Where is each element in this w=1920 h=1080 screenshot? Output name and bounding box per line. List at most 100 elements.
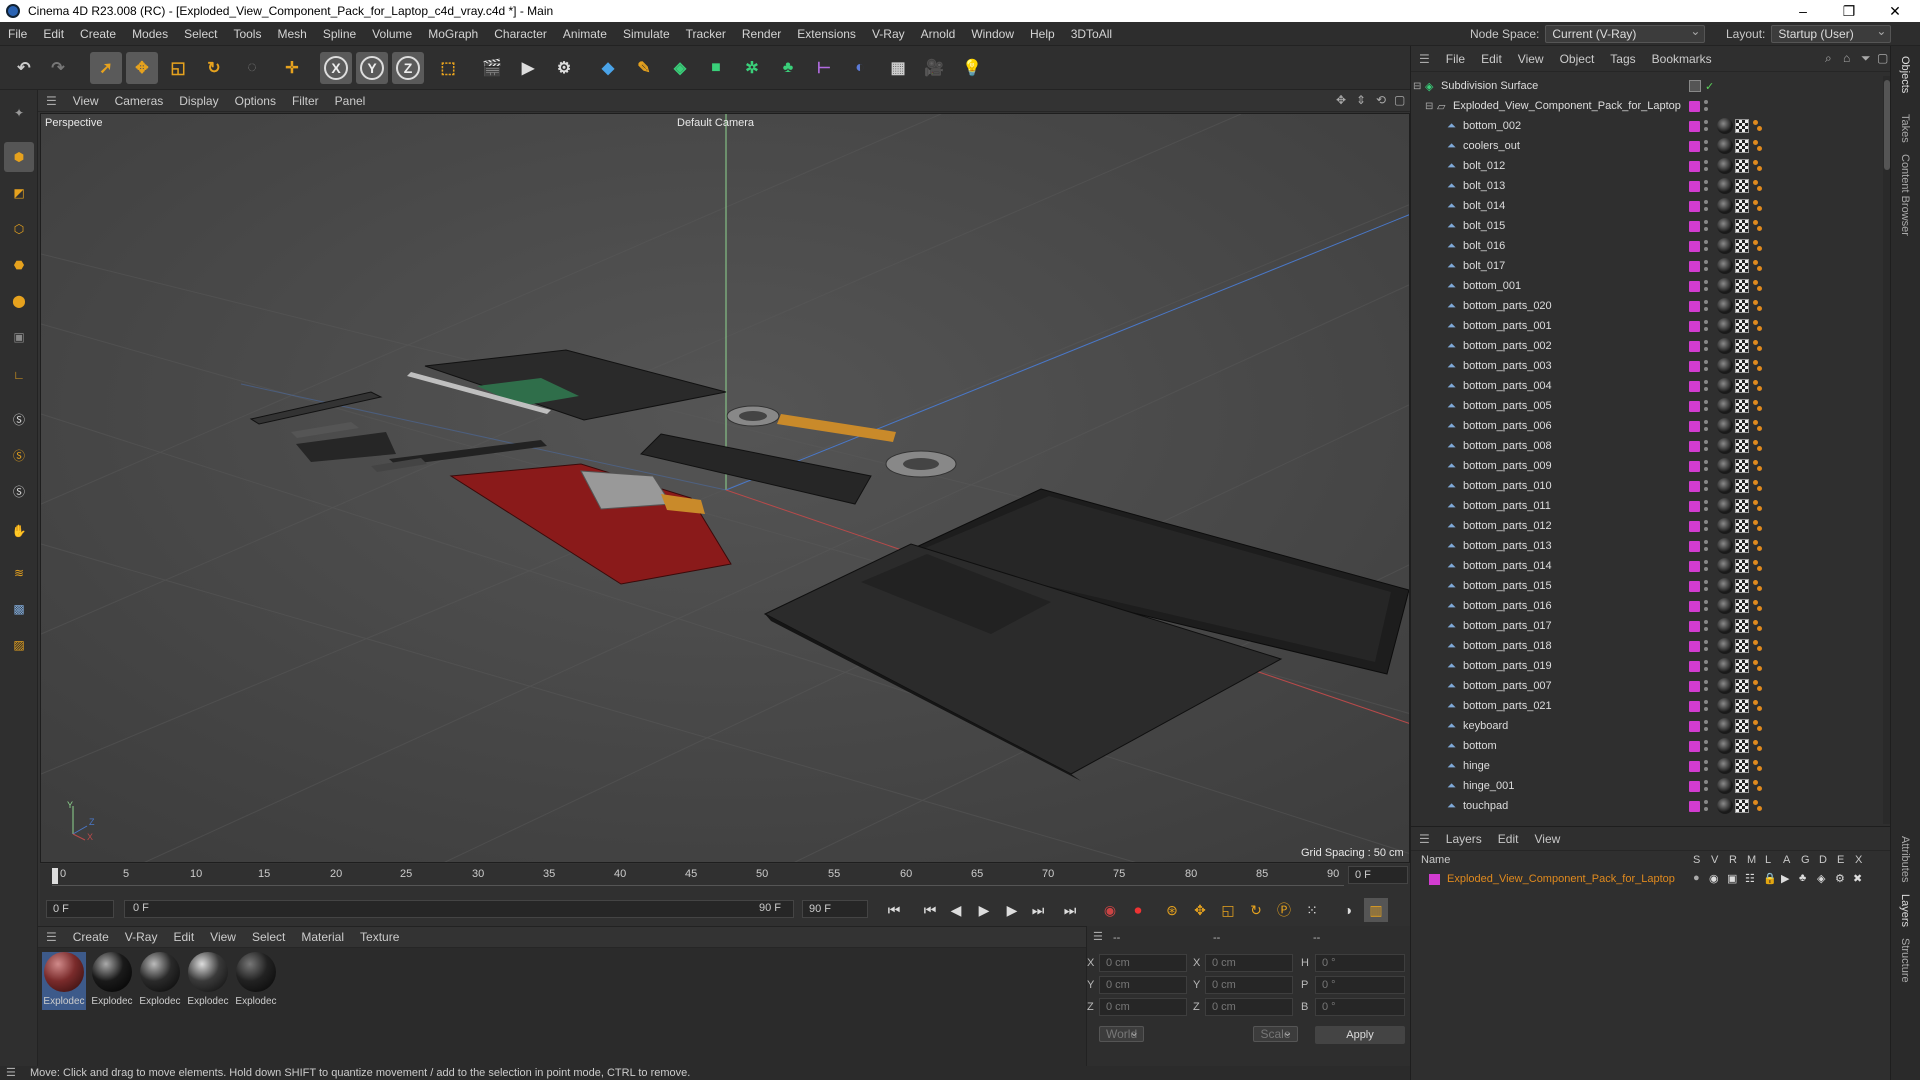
object-row[interactable]: ⏶ bottom_001 [1411,276,1883,296]
visibility-dots[interactable] [1704,240,1708,252]
deformer-bend-icon[interactable]: ⊢ [808,52,840,84]
uvw-tag-icon[interactable] [1735,639,1749,653]
menu-mesh[interactable]: Mesh [269,22,314,46]
snap-settings-icon[interactable]: Ⓢ [4,440,34,470]
tab-content-browser[interactable]: Content Browser [1899,154,1911,236]
object-row[interactable]: ⏶ coolers_out [1411,136,1883,156]
uvw-tag-icon[interactable] [1735,359,1749,373]
material-menu-select[interactable]: Select [244,930,293,944]
object-row[interactable]: ⏶ keyboard [1411,716,1883,736]
maximize-icon[interactable]: ❐ [1826,0,1872,22]
menu-modes[interactable]: Modes [124,22,176,46]
layer-color-chip[interactable] [1689,720,1700,732]
tab-takes[interactable]: Takes [1899,114,1911,143]
layer-color-chip[interactable] [1689,520,1700,532]
cube-primitive-icon[interactable]: ◆ [592,52,624,84]
object-row[interactable]: ⏶ hinge_001 [1411,776,1883,796]
visibility-dots[interactable] [1704,380,1708,392]
visibility-dots[interactable] [1704,580,1708,592]
filter-icon[interactable]: ⏷ [1861,51,1871,66]
object-menu-edit[interactable]: Edit [1473,52,1510,66]
phong-tag-icon[interactable] [1753,520,1763,532]
floor-environment-icon[interactable]: ▦ [882,52,914,84]
home-icon[interactable]: ⌂ [1843,51,1850,65]
material-tag-icon[interactable] [1717,178,1733,194]
uvw-tag-icon[interactable] [1735,119,1749,133]
lock-y-axis-button[interactable]: Y [356,52,388,84]
viewport-menu-panel[interactable]: Panel [327,94,374,108]
quantize-icon[interactable]: Ⓢ [4,476,34,506]
uvw-tag-icon[interactable] [1735,419,1749,433]
timeline-window-icon[interactable]: ▥ [1364,898,1388,922]
object-row[interactable]: ⏶ bolt_012 [1411,156,1883,176]
phong-tag-icon[interactable] [1753,180,1763,192]
3d-viewport[interactable]: Perspective Default Camera Grid Spacing … [40,113,1410,863]
node-space-dropdown[interactable]: Current (V-Ray) [1545,23,1706,43]
object-row[interactable]: ⏶ bottom_parts_018 [1411,636,1883,656]
size-x-field[interactable]: 0 cm [1205,954,1293,972]
layer-menu-edit[interactable]: Edit [1490,832,1527,846]
menu-help[interactable]: Help [1022,22,1063,46]
material-tag-icon[interactable] [1717,538,1733,554]
layer-color-chip[interactable] [1689,380,1700,392]
scheme-settings-icon[interactable]: ◑ [1336,898,1360,922]
layer-color-chip[interactable] [1689,680,1700,692]
uvw-tag-icon[interactable] [1735,339,1749,353]
layer-visible-icon[interactable]: ◉ [1709,872,1719,885]
viewport-menu-options[interactable]: Options [227,94,284,108]
size-y-field[interactable]: 0 cm [1205,976,1293,994]
viewport-menu-display[interactable]: Display [171,94,226,108]
layer-color-chip[interactable] [1689,300,1700,312]
phong-tag-icon[interactable] [1753,440,1763,452]
layer-color-chip[interactable] [1689,760,1700,772]
object-menu-view[interactable]: View [1510,52,1552,66]
object-row[interactable]: ⏶ bottom_parts_013 [1411,536,1883,556]
material-menu-view[interactable]: View [202,930,244,944]
uvw-tag-icon[interactable] [1735,699,1749,713]
tab-layers[interactable]: Layers [1899,894,1911,927]
phong-tag-icon[interactable] [1753,640,1763,652]
layer-color-chip[interactable] [1689,640,1700,652]
uvw-tag-icon[interactable] [1735,179,1749,193]
coordinates-hamburger-icon[interactable]: ☰ [1093,930,1103,943]
phong-tag-icon[interactable] [1753,260,1763,272]
material-tag-icon[interactable] [1717,298,1733,314]
viewport-hamburger-icon[interactable]: ☰ [38,94,65,108]
layer-color-chip[interactable] [1689,280,1700,292]
phong-tag-icon[interactable] [1753,160,1763,172]
cloner-icon[interactable]: ✲ [736,52,768,84]
menu-volume[interactable]: Volume [364,22,420,46]
visibility-dots[interactable] [1704,340,1708,352]
render-view-icon[interactable]: 🎬 [476,52,508,84]
visibility-dots[interactable] [1704,480,1708,492]
uvw-tag-icon[interactable] [1735,259,1749,273]
lock-x-axis-button[interactable]: X [320,52,352,84]
visibility-dots[interactable] [1704,100,1708,112]
material-tag-icon[interactable] [1717,398,1733,414]
uvw-tag-icon[interactable] [1735,219,1749,233]
uvw-tag-icon[interactable] [1735,279,1749,293]
camera-icon[interactable]: 🎥 [918,52,950,84]
end-frame-field[interactable]: 90 F [802,900,868,918]
phong-tag-icon[interactable] [1753,700,1763,712]
layer-color-chip[interactable] [1689,660,1700,672]
phong-tag-icon[interactable] [1753,500,1763,512]
uvw-tag-icon[interactable] [1735,739,1749,753]
layer-color-chip[interactable] [1689,480,1700,492]
visibility-dots[interactable] [1704,120,1708,132]
record-keys-icon[interactable]: ◉ [1098,898,1122,922]
layer-animation-icon[interactable]: ▶ [1781,872,1789,885]
material-menu-vray[interactable]: V-Ray [117,930,166,944]
uvw-tag-icon[interactable] [1735,479,1749,493]
material-menu-edit[interactable]: Edit [165,930,202,944]
menu-extensions[interactable]: Extensions [789,22,864,46]
phong-tag-icon[interactable] [1753,380,1763,392]
material-tag-icon[interactable] [1717,758,1733,774]
phong-tag-icon[interactable] [1753,560,1763,572]
object-row[interactable]: ⏶ bolt_017 [1411,256,1883,276]
phong-tag-icon[interactable] [1753,660,1763,672]
layer-color-chip[interactable] [1689,260,1700,272]
material-tag-icon[interactable] [1717,378,1733,394]
object-row[interactable]: ⏶ bottom_parts_011 [1411,496,1883,516]
menu-mograph[interactable]: MoGraph [420,22,486,46]
